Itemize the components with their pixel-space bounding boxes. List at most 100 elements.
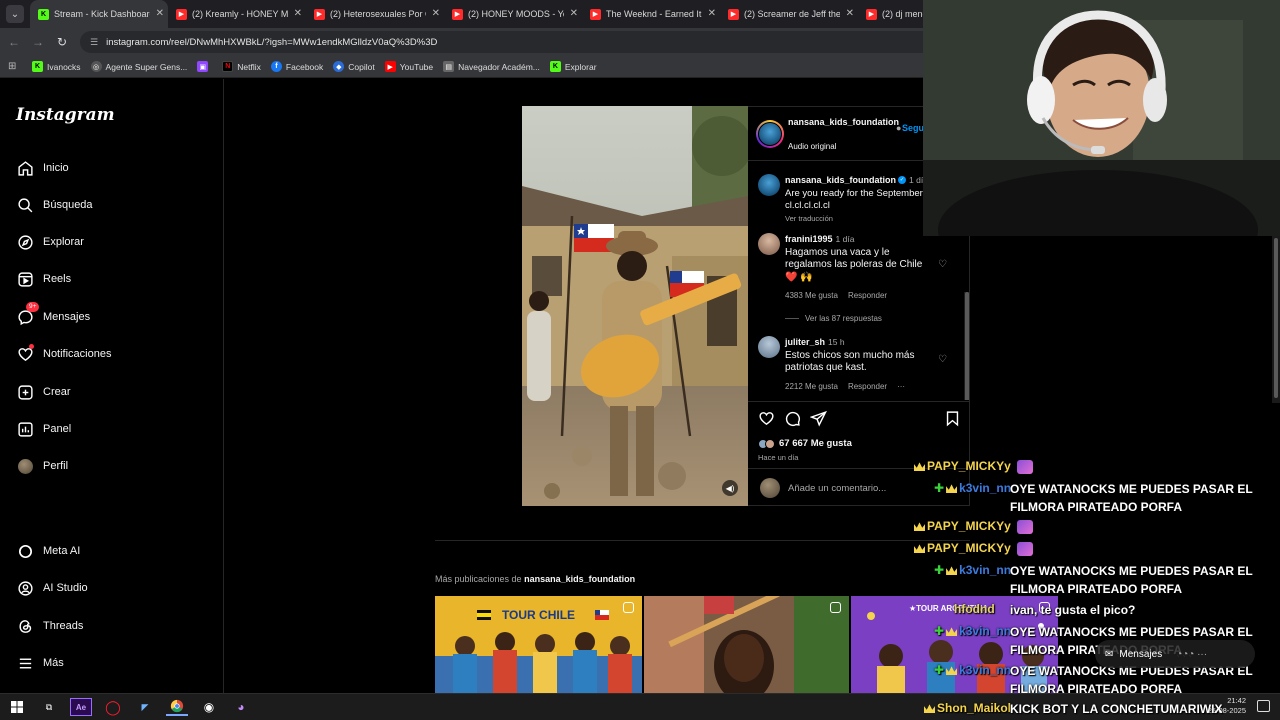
after-effects-icon[interactable]: Ae [70,698,92,716]
comment-username[interactable]: juliter_sh [785,337,825,347]
comment-like-icon[interactable]: ♡ [938,354,947,365]
sidebar-item-ai-studio[interactable]: AI Studio [16,579,88,597]
more-posts-user[interactable]: nansana_kids_foundation [524,574,635,584]
view-replies-button[interactable]: Ver las 87 respuestas [785,314,882,323]
like-heart-icon[interactable] [758,410,776,428]
messenger-icon: ✉ [1105,648,1114,660]
bookmark-item[interactable]: N Netflix [222,61,261,72]
sidebar-item-explorar[interactable]: Explorar [16,233,84,251]
close-icon[interactable]: ✕ [846,8,854,19]
commenter-avatar[interactable] [758,336,780,358]
browser-tab[interactable]: ▶ (2) Heterosexuales Por Op ✕ [306,0,444,28]
browser-tab[interactable]: ▶ The Weeknd - Earned It (✕ [582,0,720,28]
chat-username: hfodnd [954,602,995,616]
comment-input[interactable]: Añade un comentario... [788,483,886,494]
sidebar-item-reels[interactable]: Reels [16,270,71,288]
instagram-logo[interactable]: Instagram [16,105,115,125]
bookmark-item[interactable]: ▣ [197,61,212,72]
more-post-thumbnail[interactable]: TOUR CHILE [435,596,642,693]
author-avatar[interactable] [756,120,784,148]
avatars-icon: ◔◔◔ ··· [1176,648,1208,660]
page-scrollbar[interactable] [1272,236,1280,403]
comment-bubble-icon[interactable] [784,410,802,428]
chat-message: ✚ k3vin_nn [934,481,1011,495]
author-username-text: nansana_kids_foundation [788,117,900,127]
bookmark-item[interactable]: K Explorar [549,61,597,72]
chat-message: ✚ k3vin_nn [934,563,1011,577]
reply-button[interactable]: Responder [848,382,887,391]
more-posts-heading: Más publicaciones de nansana_kids_founda… [435,574,635,584]
sidebar-item-mas[interactable]: Más [16,654,64,672]
app-icon[interactable]: ◤ [134,698,156,716]
reply-button[interactable]: Responder [848,291,887,300]
mute-icon[interactable]: ◀) [722,480,738,496]
sidebar-item-panel[interactable]: Panel [16,420,71,438]
translate-link[interactable]: Ver traducción [785,214,833,223]
reload-icon[interactable]: ↻ [52,35,72,49]
bookmark-item[interactable]: ▤ Navegador Académ... [443,61,540,72]
audio-label[interactable]: Audio original [788,142,836,151]
instagram-sidebar: Instagram Inicio Búsqueda Explorar Reels… [0,79,224,693]
close-icon[interactable]: ✕ [708,8,716,19]
sidebar-item-busqueda[interactable]: Búsqueda [16,196,93,214]
author-username[interactable]: nansana_kids_foundation [788,117,900,127]
chat-text: ivan, te gusta el pico? [1010,603,1136,617]
forward-icon[interactable]: → [28,35,48,49]
menu-icon [16,654,34,672]
comments-scrollbar[interactable] [964,292,969,400]
browser-tab[interactable]: ▶ (2) Kreamly - HONEY MOODS ✕ [168,0,306,28]
site-info-icon[interactable]: ☰ [90,37,98,48]
twitch-icon: ▣ [197,61,209,72]
apps-grid-icon[interactable]: ⊞ [8,61,22,72]
author-avatar[interactable] [758,174,780,196]
sidebar-item-label: Threads [43,620,84,632]
sidebar-item-inicio[interactable]: Inicio [16,159,69,177]
browser-tab[interactable]: ▶ (2) HONEY MOODS - You ✕ [444,0,582,28]
back-icon[interactable]: ← [4,35,24,49]
close-icon[interactable]: ✕ [432,8,440,19]
subscriber-icon: ✚ [934,624,945,638]
notification-center-icon[interactable] [1257,700,1270,712]
comment-likes[interactable]: 4383 Me gusta [785,291,838,300]
more-post-thumbnail[interactable] [644,596,849,693]
more-options-icon[interactable]: ··· [897,382,905,391]
sidebar-item-crear[interactable]: Crear [16,383,71,401]
close-icon[interactable]: ✕ [570,8,578,19]
reel-video[interactable]: ◀) [522,106,748,506]
browser-tab[interactable]: K Stream - Kick Dashboard ✕ [30,0,168,28]
commenter-avatar[interactable] [758,233,780,255]
opera-icon[interactable]: ◯ [102,698,124,716]
browser-tab[interactable]: ▶ (2) Screamer de Jeff the K ✕ [720,0,858,28]
tab-search-menu-icon[interactable]: ⌄ [6,5,24,23]
sidebar-item-notificaciones[interactable]: Notificaciones [16,344,111,363]
task-view-icon[interactable]: ⧉ [38,698,60,716]
bookmark-icon[interactable] [944,410,962,428]
comment-likes[interactable]: 2212 Me gusta [785,382,838,391]
messages-popup[interactable]: ✉ Mensajes ◔◔◔ ··· [1095,640,1255,668]
bookmark-item[interactable]: ▶ YouTube [384,61,433,72]
sidebar-item-perfil[interactable]: Perfil [16,457,68,475]
caption-username[interactable]: nansana_kids_foundation [785,175,896,185]
messages-label: Mensajes [1119,648,1163,660]
discord-icon[interactable]: ◕ [230,698,252,716]
bookmark-item[interactable]: ◆ Copilot [333,61,375,72]
close-icon[interactable]: ✕ [294,8,302,19]
url-field[interactable]: ☰ instagram.com/reel/DNwMhHXWBkL/?igsh=M… [80,31,940,53]
windows-start-icon[interactable] [6,698,28,716]
close-icon[interactable]: ✕ [156,8,164,19]
view-replies-label: Ver las 87 respuestas [805,314,882,323]
bookmark-item[interactable]: f Facebook [270,61,323,72]
comment-username[interactable]: franini1995 [785,234,833,244]
chrome-icon[interactable] [166,698,188,716]
bookmark-item[interactable]: K Ivanocks [32,61,81,72]
sidebar-item-threads[interactable]: Threads [16,617,83,635]
sidebar-item-mensajes[interactable]: 9+ Mensajes [16,302,90,326]
sidebar-item-meta-ai[interactable]: Meta AI [16,542,80,560]
comment-like-icon[interactable]: ♡ [938,259,947,270]
likes-summary[interactable]: 67 667 Me gusta [758,438,852,449]
obs-icon[interactable]: ◉ [198,698,220,716]
system-clock[interactable]: 21:42 25-08-2025 [1208,696,1246,716]
bookmark-item[interactable]: ◎ Agente Super Gens... [90,61,187,72]
messenger-icon: 9+ [16,302,40,326]
share-send-icon[interactable] [809,410,828,428]
